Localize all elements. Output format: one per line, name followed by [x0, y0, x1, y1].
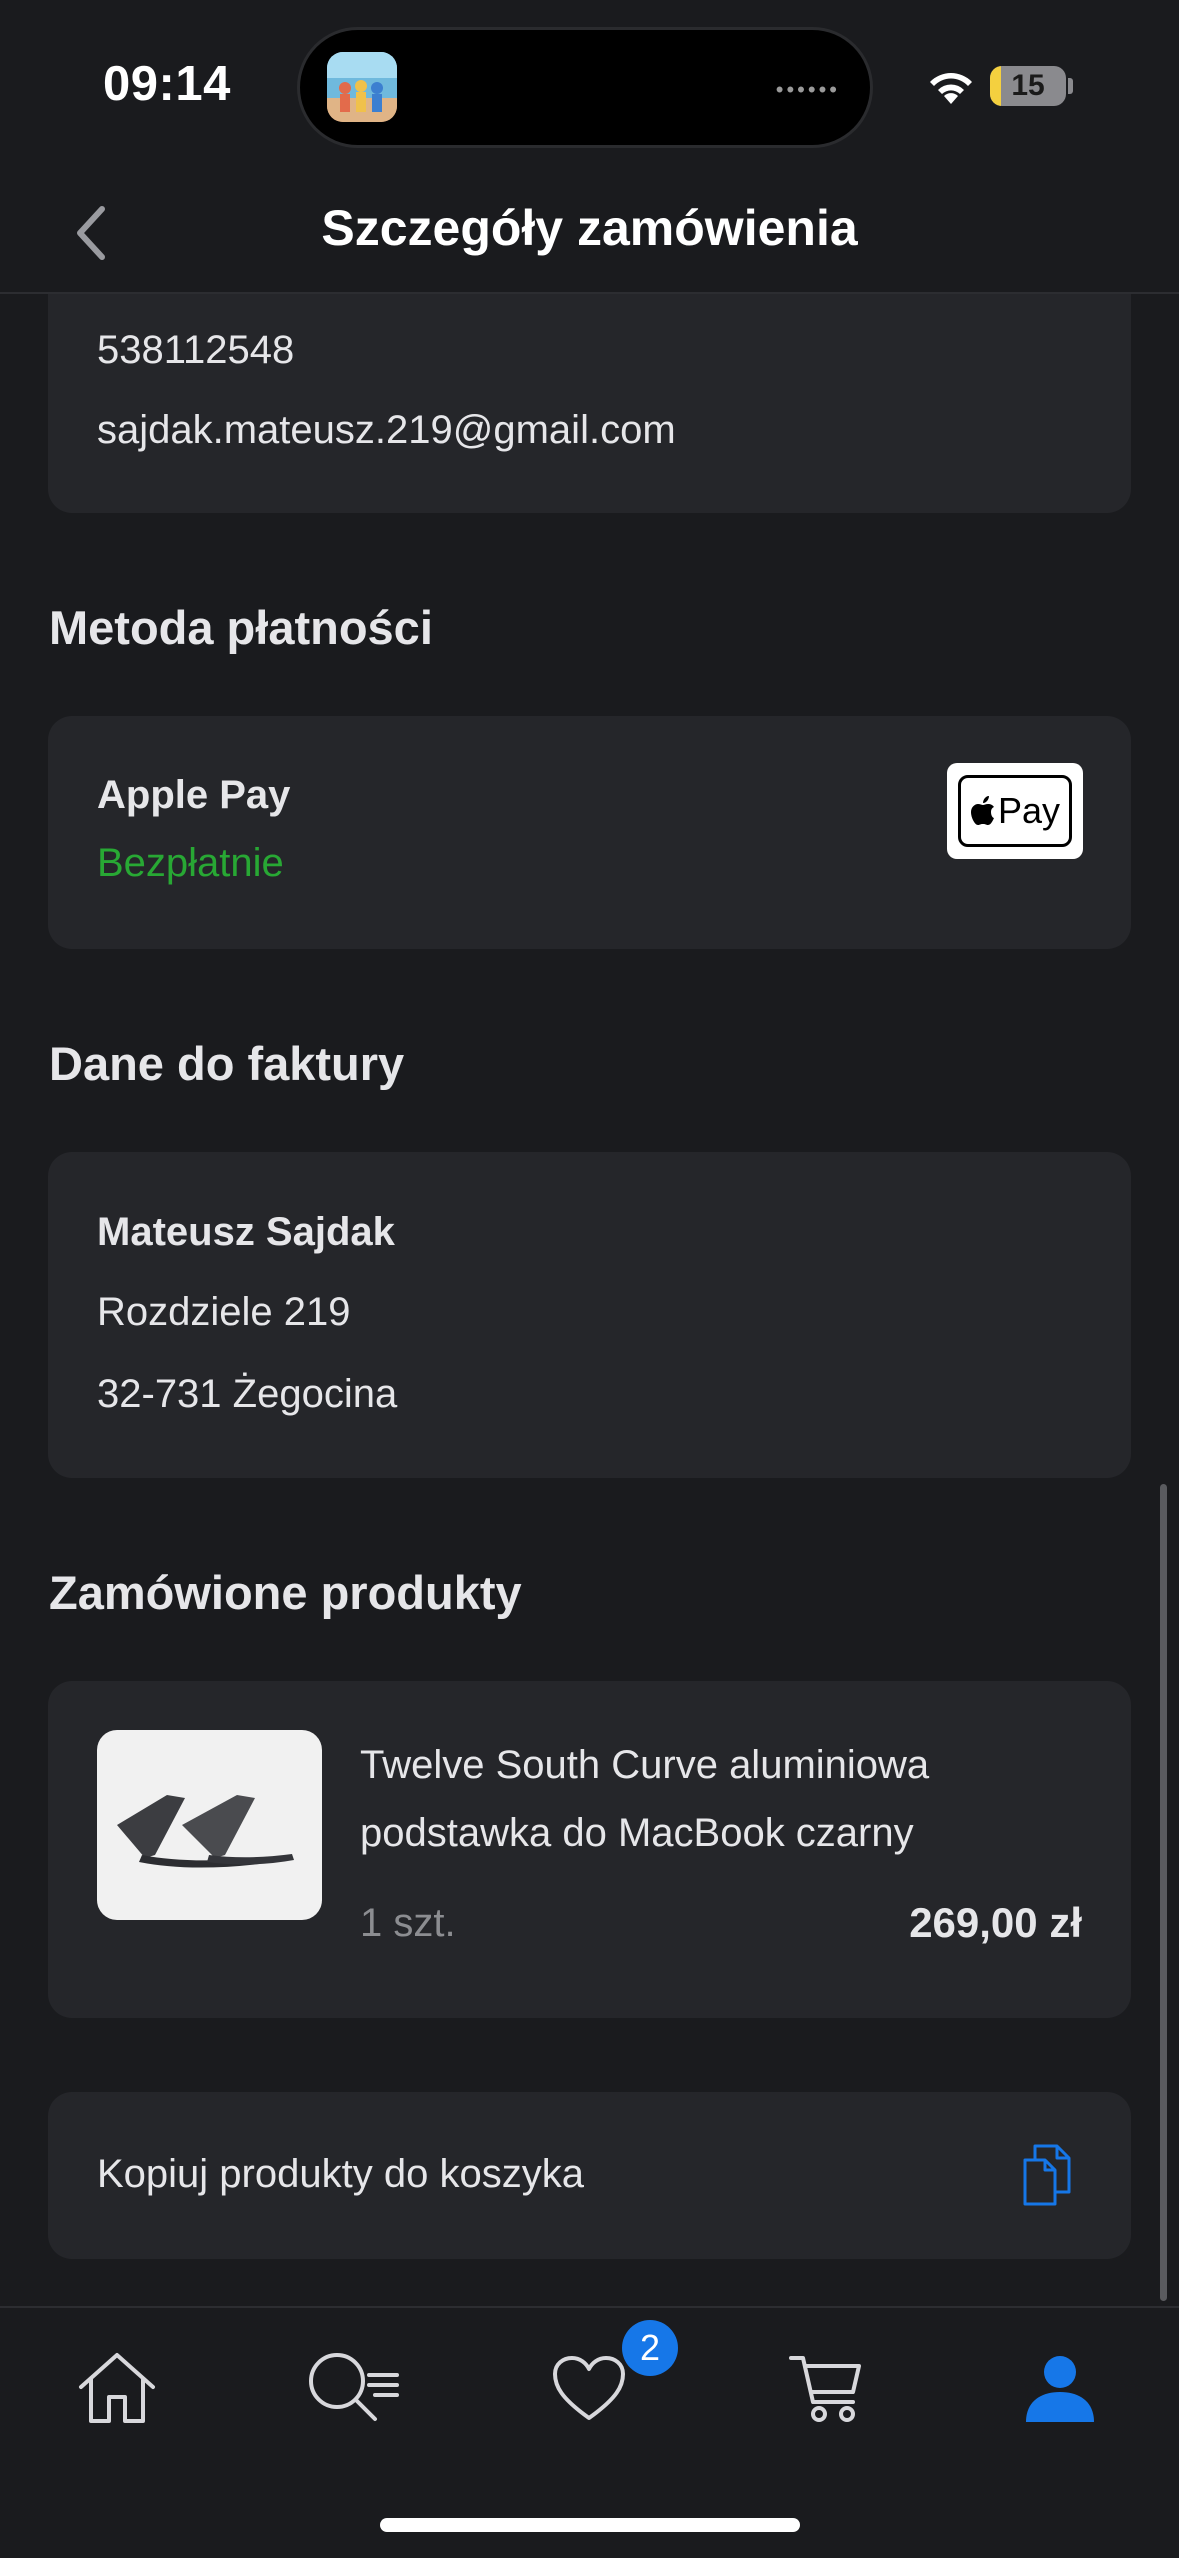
contact-email: sajdak.mateusz.219@gmail.com: [97, 408, 676, 452]
user-icon: [1026, 2356, 1094, 2422]
island-activity-dots: ••••••: [775, 77, 840, 102]
products-section-title: Zamówione produkty: [49, 1566, 522, 1619]
product-card[interactable]: Twelve South Curve aluminiowa podstawka …: [48, 1681, 1131, 2018]
tab-search[interactable]: [293, 2338, 413, 2438]
tab-cart[interactable]: [765, 2338, 885, 2438]
payment-method-name: Apple Pay: [97, 773, 291, 817]
navigation-bar: Szczegóły zamówienia: [0, 175, 1179, 294]
battery-icon: 15: [990, 66, 1066, 106]
home-indicator[interactable]: [380, 2518, 800, 2532]
product-name[interactable]: Twelve South Curve aluminiowa podstawka …: [360, 1731, 1080, 1867]
invoice-street: Rozdziele 219: [97, 1290, 351, 1334]
copy-to-cart-button[interactable]: Kopiuj produkty do koszyka: [48, 2092, 1131, 2259]
scrollbar[interactable]: [1160, 1484, 1167, 2301]
copy-documents-icon: [1023, 2144, 1071, 2206]
search-list-icon: [309, 2353, 399, 2421]
copy-to-cart-label: Kopiuj produkty do koszyka: [97, 2152, 584, 2196]
product-price: 269,00 zł: [909, 1899, 1082, 1946]
battery-cap: [1068, 78, 1073, 94]
battery-level: 15: [1011, 69, 1045, 102]
heart-icon: [553, 2356, 625, 2420]
payment-fee: Bezpłatnie: [97, 841, 284, 885]
contact-phone: 538112548: [97, 328, 295, 372]
tab-account[interactable]: [1000, 2338, 1120, 2438]
status-time: 09:14: [103, 57, 231, 111]
product-image[interactable]: [97, 1730, 322, 1920]
dynamic-island[interactable]: ••••••: [300, 30, 870, 145]
home-icon: [79, 2353, 155, 2423]
tab-home[interactable]: [57, 2338, 177, 2438]
invoice-section-title: Dane do faktury: [49, 1037, 405, 1090]
invoice-city: 32-731 Żegocina: [97, 1372, 398, 1416]
laptop-stand-image: [117, 1795, 294, 1868]
favorites-badge: 2: [622, 2320, 678, 2376]
contact-card: 538112548 sajdak.mateusz.219@gmail.com: [48, 294, 1131, 513]
apple-icon: [970, 796, 994, 825]
page-title: Szczegóły zamówienia: [321, 200, 858, 256]
apple-pay-mark: Pay: [958, 775, 1072, 847]
apple-pay-logo: Pay: [947, 763, 1083, 859]
apple-pay-logo-text: Pay: [997, 790, 1061, 831]
invoice-card: Mateusz Sajdak Rozdziele 219 32-731 Żego…: [48, 1152, 1131, 1478]
product-quantity: 1 szt.: [360, 1901, 456, 1945]
payment-section-title: Metoda płatności: [49, 601, 433, 654]
status-bar: 09:14 •••••• 15: [0, 0, 1179, 175]
wifi-icon: [930, 73, 972, 104]
now-playing-thumbnail: [327, 52, 397, 122]
cart-icon: [789, 2356, 861, 2422]
invoice-name: Mateusz Sajdak: [97, 1210, 395, 1254]
payment-card: Apple Pay Bezpłatnie Pay: [48, 716, 1131, 949]
